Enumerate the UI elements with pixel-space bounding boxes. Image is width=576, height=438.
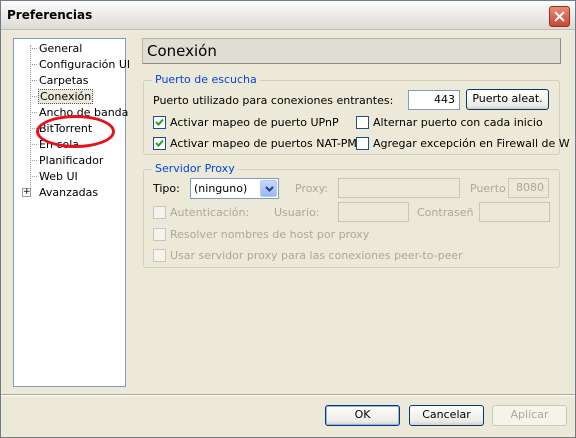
port-input-value: 443 <box>434 93 455 106</box>
alternate-port-label: Alternar puerto con cada inicio <box>373 116 543 129</box>
upnp-checkbox[interactable] <box>153 116 166 129</box>
proxy-port-input[interactable]: 8080 <box>508 178 549 198</box>
peer-proxy-label: Usar servidor proxy para las conexiones … <box>170 249 463 262</box>
proxy-host-label: Proxy: <box>295 182 329 195</box>
section-header: Conexión <box>142 38 561 64</box>
close-button[interactable] <box>549 6 570 27</box>
sidebar-item-label: Configuración UI <box>39 58 131 71</box>
annotation-highlight-oval <box>36 115 115 148</box>
title-bar: Preferencias <box>1 1 575 30</box>
chevron-down-icon[interactable] <box>260 180 277 197</box>
peer-proxy-checkbox[interactable] <box>153 249 166 262</box>
proxy-port-label: Puerto <box>470 182 506 195</box>
firewall-checkbox[interactable] <box>356 137 369 150</box>
port-label: Puerto utilizado para conexiones entrant… <box>153 94 394 107</box>
natpmp-label: Activar mapeo de puertos NAT-PMP <box>170 137 364 150</box>
group-title: Servidor Proxy <box>152 162 238 175</box>
proxy-type-label: Tipo: <box>153 182 180 195</box>
sidebar-item-label: Planificador <box>39 154 104 167</box>
auth-label: Autenticación: <box>170 206 250 219</box>
settings-panel: Conexión Puerto de escucha Puerto utiliz… <box>142 38 570 388</box>
sidebar-item-label: General <box>39 42 83 55</box>
password-label: Contraseña <box>417 206 473 219</box>
sidebar-item-label: Conexión <box>38 89 94 104</box>
checkmark-icon <box>155 139 164 147</box>
preferences-window: Preferencias General Configuración UI Ca… <box>0 0 576 438</box>
firewall-label: Agregar excepción en Firewall de W <box>373 137 570 150</box>
proxy-host-input[interactable] <box>338 178 460 198</box>
sidebar-item-label: Web UI <box>39 170 78 183</box>
alternate-port-checkbox[interactable] <box>356 116 369 129</box>
checkmark-icon <box>155 118 164 126</box>
upnp-label: Activar mapeo de puerto UPnP <box>170 116 339 129</box>
resolve-host-label: Resolver nombres de host por proxy <box>170 228 370 241</box>
resolve-host-checkbox[interactable] <box>153 228 166 241</box>
natpmp-checkbox[interactable] <box>153 137 166 150</box>
close-icon <box>554 11 565 22</box>
window-title: Preferencias <box>7 8 93 22</box>
tree-connector-line <box>30 45 31 197</box>
listen-port-group: Puerto de escucha Puerto utilizado para … <box>143 73 570 155</box>
expand-icon[interactable]: + <box>22 188 31 197</box>
proxy-port-value: 8080 <box>516 181 544 194</box>
ok-button[interactable]: OK <box>325 405 400 426</box>
proxy-type-select[interactable]: (ninguno) <box>190 178 279 199</box>
cancel-button[interactable]: Cancelar <box>409 405 484 426</box>
category-tree: General Configuración UI Carpetas Conexi… <box>13 38 130 387</box>
group-title: Puerto de escucha <box>152 73 260 86</box>
sidebar-item-label: Carpetas <box>39 74 89 87</box>
sidebar-item-label: Avanzadas <box>39 186 99 199</box>
section-title: Conexión <box>147 42 217 60</box>
user-input[interactable] <box>338 202 409 222</box>
password-input[interactable] <box>479 202 550 222</box>
auth-checkbox[interactable] <box>153 206 166 219</box>
proxy-group: Servidor Proxy Tipo: (ninguno) Proxy: Pu… <box>143 162 560 268</box>
port-input[interactable]: 443 <box>408 90 460 110</box>
proxy-type-value: (ninguno) <box>194 182 248 195</box>
apply-button[interactable]: Aplicar <box>492 405 567 426</box>
random-port-button[interactable]: Puerto aleat. <box>466 89 549 110</box>
footer-divider <box>1 394 575 396</box>
user-label: Usuario: <box>274 206 320 219</box>
